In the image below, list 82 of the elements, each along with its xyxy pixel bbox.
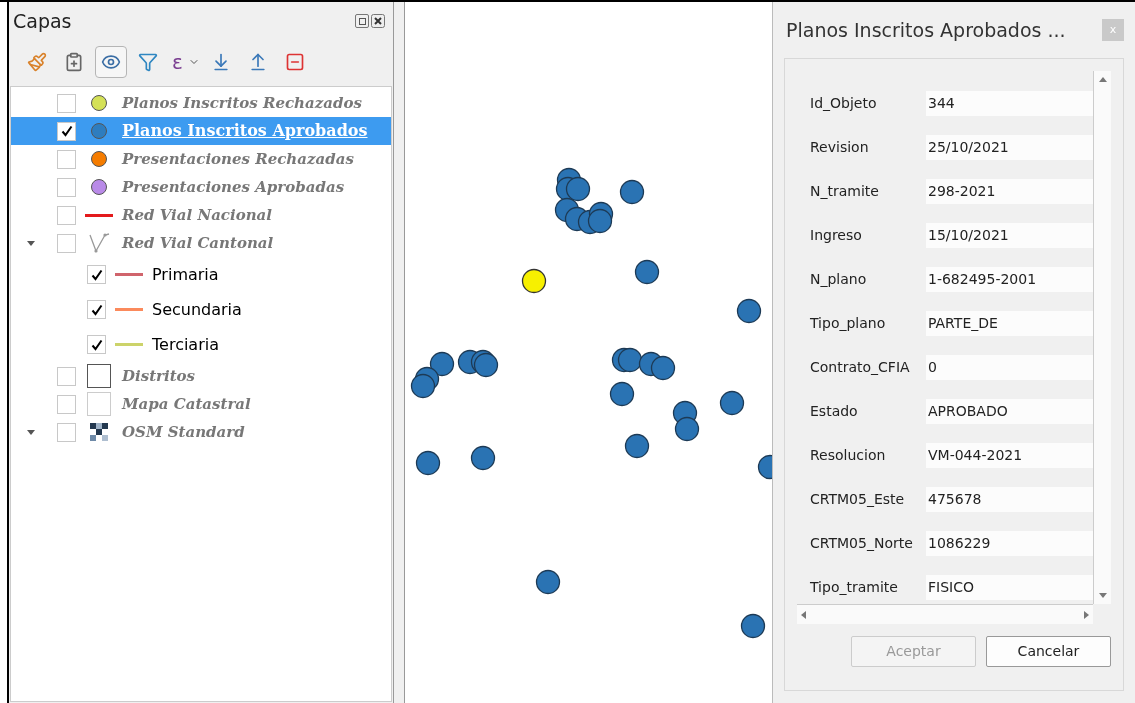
value-field[interactable]: APROBADO [926, 399, 1093, 424]
layer-row[interactable]: Red Vial Nacional [11, 201, 391, 229]
layer-row[interactable]: Primaria [11, 257, 391, 292]
layer-name: Planos Inscritos Aprobados [122, 120, 368, 142]
value-field[interactable]: 475678 [926, 487, 1093, 512]
square-minus-icon [284, 52, 305, 72]
vertex-line-icon [87, 232, 111, 254]
close-icon[interactable] [371, 14, 385, 28]
vertical-scrollbar[interactable] [1093, 71, 1111, 604]
eye-icon [101, 52, 121, 72]
field-label: Revision [810, 138, 870, 157]
dialog-button[interactable]: Cancelar [986, 636, 1111, 667]
layer-checkbox[interactable] [57, 177, 76, 197]
check-icon [60, 125, 73, 137]
clipboard-plus-icon [64, 52, 84, 72]
field-label: Tipo_tramite [810, 578, 899, 597]
horizontal-scrollbar[interactable] [797, 604, 1093, 624]
layer-checkbox[interactable] [57, 394, 76, 414]
layer-row[interactable]: Presentaciones Rechazadas [11, 145, 391, 173]
layer-checkbox[interactable] [57, 366, 76, 386]
layer-checkbox[interactable] [57, 422, 76, 442]
layer-row[interactable]: Terciaria [11, 327, 391, 362]
layer-checkbox[interactable] [57, 93, 76, 113]
field-label: Estado [810, 402, 859, 421]
value-field[interactable]: 1-682495-2001 [926, 267, 1093, 292]
layer-checkbox[interactable] [57, 205, 76, 225]
layer-name: Planos Inscritos Rechazados [122, 92, 362, 114]
splitter-handle[interactable] [394, 2, 405, 703]
field-label: Id_Objeto [810, 94, 878, 113]
layer-name: Red Vial Cantonal [122, 232, 274, 254]
value-field[interactable]: 25/10/2021 [926, 135, 1093, 160]
layer-checkbox[interactable] [57, 149, 76, 169]
layer-name: OSM Standard [122, 421, 245, 443]
layer-name: Terciaria [152, 333, 219, 356]
layer-row[interactable]: Distritos [11, 362, 391, 390]
field-label: Tipo_plano [810, 314, 887, 333]
field-label: Resolucion [810, 446, 887, 465]
expand-arrow-icon[interactable] [27, 429, 35, 435]
field-label: Contrato_CFIA [810, 358, 911, 377]
value-field[interactable]: 15/10/2021 [926, 223, 1093, 248]
layer-row[interactable]: Red Vial Cantonal [11, 229, 391, 257]
value-field[interactable]: 298-2021 [926, 179, 1093, 204]
field-label: N_plano [810, 270, 868, 289]
raster-tiles-icon [90, 423, 108, 441]
filter-icon [138, 52, 158, 72]
layer-row[interactable]: Planos Inscritos Rechazados [11, 89, 391, 117]
field-label: Ingreso [810, 226, 863, 245]
layer-name: Mapa Catastral [122, 393, 251, 415]
layer-name: Primaria [152, 263, 219, 286]
layer-checkbox[interactable] [87, 300, 106, 319]
dialog-title: Planos Inscritos Aprobados ... [786, 17, 1066, 43]
layer-row[interactable]: OSM Standard [11, 418, 391, 446]
layer-checkbox[interactable] [87, 265, 106, 284]
field-label: N_tramite [810, 182, 880, 201]
layer-row[interactable]: Secundaria [11, 292, 391, 327]
value-field[interactable]: 0 [926, 355, 1093, 380]
toolbar-button[interactable] [95, 46, 127, 78]
panel-title: Capas [13, 8, 72, 34]
value-field[interactable]: PARTE_DE [926, 311, 1093, 336]
check-icon [90, 303, 103, 316]
layer-row[interactable]: Presentaciones Aprobadas [11, 173, 391, 201]
check-icon [90, 338, 103, 351]
value-field[interactable]: 344 [926, 91, 1093, 116]
layer-name: Distritos [122, 365, 196, 387]
layer-name: Presentaciones Rechazadas [122, 148, 354, 170]
value-field[interactable]: VM-044-2021 [926, 443, 1093, 468]
layer-checkbox[interactable] [87, 335, 106, 354]
expression-button[interactable]: ε [169, 47, 186, 77]
layer-name: Red Vial Nacional [122, 204, 273, 226]
float-icon[interactable] [355, 14, 369, 28]
paintbrush-icon [27, 52, 47, 72]
field-label: CRTM05_Norte [810, 534, 914, 553]
layer-row[interactable]: Mapa Catastral [11, 390, 391, 418]
layer-name: Secundaria [152, 298, 242, 321]
expand-arrow-icon[interactable] [27, 240, 35, 246]
layer-checkbox[interactable] [57, 233, 76, 253]
value-field[interactable]: FISICO [926, 575, 1093, 600]
check-icon [90, 268, 103, 281]
field-label: CRTM05_Este [810, 490, 906, 509]
layer-name: Presentaciones Aprobadas [122, 176, 345, 198]
layer-checkbox[interactable] [57, 121, 76, 141]
value-field[interactable]: 1086229 [926, 531, 1093, 556]
